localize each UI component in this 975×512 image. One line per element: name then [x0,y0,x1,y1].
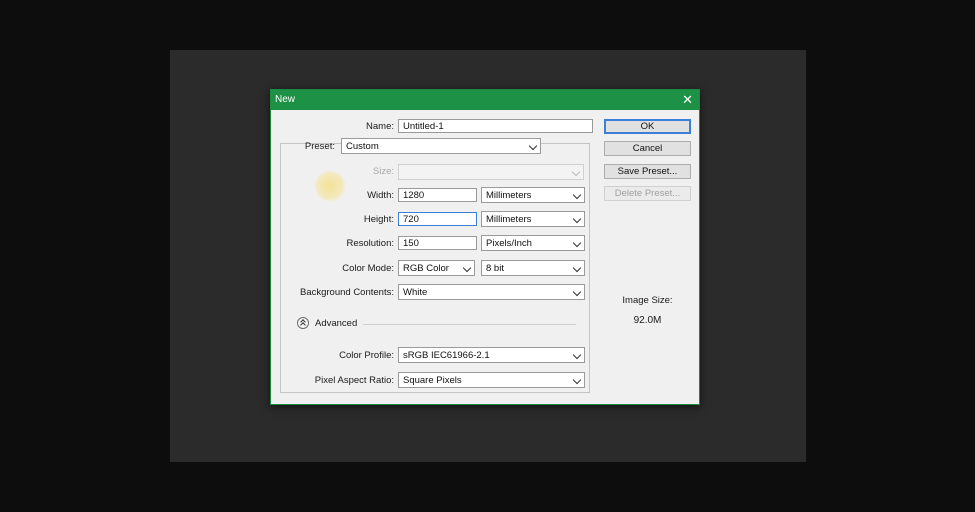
height-label: Height: [363,214,394,225]
pixel-aspect-select[interactable]: Square Pixels [398,372,585,388]
bit-depth-value: 8 bit [486,263,504,274]
chevron-down-icon [572,263,582,273]
height-input[interactable]: 720 [398,212,477,226]
name-input[interactable]: Untitled-1 [398,119,593,133]
preset-select[interactable]: Custom [341,138,541,154]
size-label: Size: [372,166,394,177]
chevron-down-icon [572,287,582,297]
color-mode-label: Color Mode: [342,263,394,274]
height-unit-select[interactable]: Millimeters [481,211,585,227]
background-label: Background Contents: [299,287,394,298]
chevron-down-icon [571,167,581,177]
close-icon[interactable]: ✕ [682,92,693,107]
cancel-button[interactable]: Cancel [604,141,691,156]
width-label: Width: [367,190,394,201]
image-size-label: Image Size: [622,295,673,306]
pixel-aspect-value: Square Pixels [403,375,462,386]
save-preset-button[interactable]: Save Preset... [604,164,691,179]
collapse-up-icon[interactable] [297,317,309,329]
height-unit-value: Millimeters [486,214,532,225]
new-document-dialog: New ✕ Name: Untitled-1 Preset: Custom Si… [270,89,700,405]
width-unit-value: Millimeters [486,190,532,201]
advanced-divider [363,324,576,325]
chevron-down-icon [572,375,582,385]
resolution-input[interactable]: 150 [398,236,477,250]
pixel-aspect-label: Pixel Aspect Ratio: [314,375,394,386]
resolution-unit-select[interactable]: Pixels/Inch [481,235,585,251]
chevron-down-icon [462,263,472,273]
chevron-down-icon [572,190,582,200]
chevron-down-icon [528,141,538,151]
background-value: White [403,287,428,298]
bit-depth-select[interactable]: 8 bit [481,260,585,276]
chevron-down-icon [572,350,582,360]
background-select[interactable]: White [398,284,585,300]
name-label: Name: [366,121,394,132]
color-profile-select[interactable]: sRGB IEC61966-2.1 [398,347,585,363]
color-profile-value: sRGB IEC61966-2.1 [403,350,490,361]
image-size-value: 92.0M [633,315,662,326]
resolution-unit-value: Pixels/Inch [486,238,532,249]
width-unit-select[interactable]: Millimeters [481,187,585,203]
dialog-title: New [275,94,296,105]
cursor-highlight [314,170,346,202]
color-mode-select[interactable]: RGB Color [398,260,475,276]
chevron-down-icon [572,214,582,224]
color-profile-label: Color Profile: [339,350,394,361]
preset-label: Preset: [304,141,335,152]
size-select [398,164,584,180]
advanced-label[interactable]: Advanced [315,318,357,329]
ok-button[interactable]: OK [604,119,691,134]
width-input[interactable]: 1280 [398,188,477,202]
dialog-title-bar[interactable]: New ✕ [271,90,699,110]
chevron-down-icon [572,238,582,248]
resolution-label: Resolution: [346,238,394,249]
preset-value: Custom [346,141,379,152]
delete-preset-button: Delete Preset... [604,186,691,201]
color-mode-value: RGB Color [403,263,449,274]
